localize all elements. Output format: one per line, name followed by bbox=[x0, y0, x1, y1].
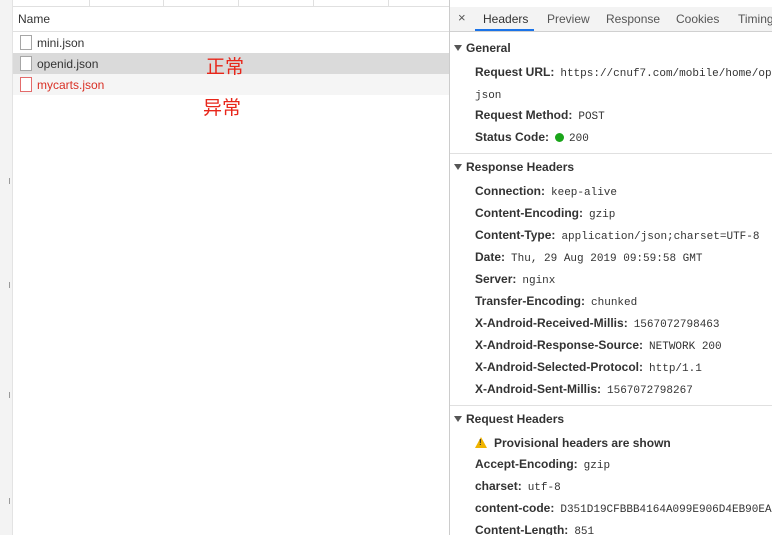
response-header-row: Server: nginx bbox=[475, 272, 555, 287]
tab-timing[interactable]: Timing bbox=[738, 12, 772, 26]
close-icon[interactable]: × bbox=[458, 10, 466, 25]
header-value: https://cnuf7.com/mobile/home/ope bbox=[560, 68, 772, 80]
provisional-warning: Provisional headers are shown bbox=[475, 436, 677, 450]
header-value: keep-alive bbox=[551, 187, 618, 199]
file-icon bbox=[20, 77, 32, 92]
header-key: charset: bbox=[475, 479, 522, 493]
left-panel-edge bbox=[0, 0, 13, 535]
response-header-row: Transfer-Encoding: chunked bbox=[475, 294, 637, 309]
active-tab-indicator bbox=[475, 29, 534, 31]
header-value: NETWORK 200 bbox=[649, 341, 722, 353]
header-value: Thu, 29 Aug 2019 09:59:58 GMT bbox=[511, 253, 703, 265]
general-status-code: Status Code: 200 bbox=[475, 130, 589, 145]
header-key: content-code: bbox=[475, 501, 555, 515]
header-value: 1567072798267 bbox=[607, 385, 693, 397]
header-key: Transfer-Encoding: bbox=[475, 294, 586, 308]
response-header-row: Content-Type: application/json;charset=UT… bbox=[475, 228, 759, 243]
warning-icon bbox=[475, 437, 487, 448]
header-value: gzip bbox=[588, 209, 616, 221]
header-value: chunked bbox=[591, 297, 638, 309]
response-header-row: X-Android-Received-Millis: 1567072798463 bbox=[475, 316, 720, 331]
header-key: Connection: bbox=[475, 184, 545, 198]
scroll-tick bbox=[9, 282, 10, 288]
warning-text: Provisional headers are shown bbox=[494, 436, 671, 450]
annotation-normal: 正常 bbox=[206, 56, 245, 78]
response-header-row: Content-Encoding: gzip bbox=[475, 206, 615, 221]
details-tab-bar: × Headers Preview Response Cookies Timin… bbox=[450, 7, 772, 32]
general-request-method: Request Method: POST bbox=[475, 108, 605, 123]
header-key: X-Android-Selected-Protocol: bbox=[475, 360, 644, 374]
general-request-url-wrap: json bbox=[475, 87, 501, 102]
request-row-mini[interactable]: mini.json bbox=[13, 32, 449, 53]
section-separator bbox=[450, 153, 772, 154]
header-value: 200 bbox=[569, 133, 589, 145]
tab-headers[interactable]: Headers bbox=[483, 12, 528, 26]
section-general-toggle[interactable]: General bbox=[454, 41, 511, 55]
header-key: Date: bbox=[475, 250, 506, 264]
header-value: 1567072798463 bbox=[633, 319, 720, 331]
header-key: X-Android-Received-Millis: bbox=[475, 316, 628, 330]
scroll-tick bbox=[9, 178, 10, 184]
header-key: Content-Length: bbox=[475, 523, 569, 535]
request-header-row: Accept-Encoding: gzip bbox=[475, 457, 610, 472]
header-value: nginx bbox=[522, 275, 556, 287]
tab-response[interactable]: Response bbox=[606, 12, 660, 26]
name-column-header[interactable]: Name bbox=[13, 7, 449, 32]
section-response-headers-toggle[interactable]: Response Headers bbox=[454, 160, 574, 174]
section-request-headers-title: Request Headers bbox=[466, 412, 565, 426]
header-key: Content-Type: bbox=[475, 228, 556, 242]
header-value: json bbox=[475, 90, 502, 102]
header-value: D351D19CFBBB4164A099E906D4EB90EA bbox=[560, 504, 772, 516]
header-key: Content-Encoding: bbox=[475, 206, 583, 220]
file-icon bbox=[20, 56, 32, 71]
response-header-row: Date: Thu, 29 Aug 2019 09:59:58 GMT bbox=[475, 250, 702, 265]
section-general-title: General bbox=[466, 41, 511, 55]
response-header-row: X-Android-Selected-Protocol: http/1.1 bbox=[475, 360, 702, 375]
header-key: X-Android-Sent-Millis: bbox=[475, 382, 601, 396]
request-name: mini.json bbox=[37, 36, 85, 50]
request-header-row: Content-Length: 851 bbox=[475, 523, 594, 535]
scroll-tick bbox=[9, 392, 10, 398]
header-key: Request URL: bbox=[475, 65, 555, 79]
header-key: Accept-Encoding: bbox=[475, 457, 578, 471]
response-header-row: X-Android-Response-Source: NETWORK 200 bbox=[475, 338, 722, 353]
tab-cookies[interactable]: Cookies bbox=[676, 12, 719, 26]
header-value: gzip bbox=[583, 460, 611, 472]
header-key: X-Android-Response-Source: bbox=[475, 338, 644, 352]
section-separator bbox=[450, 405, 772, 406]
section-request-headers-toggle[interactable]: Request Headers bbox=[454, 412, 564, 426]
response-header-row: Connection: keep-alive bbox=[475, 184, 617, 199]
status-dot-icon bbox=[555, 133, 565, 142]
request-header-row: content-code: D351D19CFBBB4164A099E906D4E… bbox=[475, 501, 772, 516]
file-icon bbox=[20, 35, 32, 50]
request-list: Name mini.json openid.json mycarts.json bbox=[13, 0, 449, 535]
response-header-row: X-Android-Sent-Millis: 1567072798267 bbox=[475, 382, 693, 397]
header-key: Request Method: bbox=[475, 108, 573, 122]
header-value: 851 bbox=[574, 526, 595, 535]
scroll-tick bbox=[9, 498, 10, 504]
expand-triangle-icon bbox=[454, 416, 462, 422]
header-value: http/1.1 bbox=[649, 363, 702, 375]
tab-preview[interactable]: Preview bbox=[547, 12, 590, 26]
header-value: application/json;charset=UTF-8 bbox=[561, 231, 760, 243]
name-column-label: Name bbox=[18, 12, 51, 26]
header-key: Server: bbox=[475, 272, 517, 286]
expand-triangle-icon bbox=[454, 45, 462, 51]
annotation-abnormal: 异常 bbox=[203, 97, 242, 119]
header-key: Status Code: bbox=[475, 130, 550, 144]
header-value: utf-8 bbox=[527, 482, 561, 494]
request-name: openid.json bbox=[37, 57, 99, 71]
expand-triangle-icon bbox=[454, 164, 462, 170]
request-header-row: charset: utf-8 bbox=[475, 479, 561, 494]
request-name: mycarts.json bbox=[37, 78, 105, 92]
header-value: POST bbox=[578, 111, 605, 123]
section-response-headers-title: Response Headers bbox=[466, 160, 575, 174]
general-request-url: Request URL: https://cnuf7.com/mobile/hom… bbox=[475, 65, 772, 80]
request-details-panel: × Headers Preview Response Cookies Timin… bbox=[450, 0, 772, 535]
